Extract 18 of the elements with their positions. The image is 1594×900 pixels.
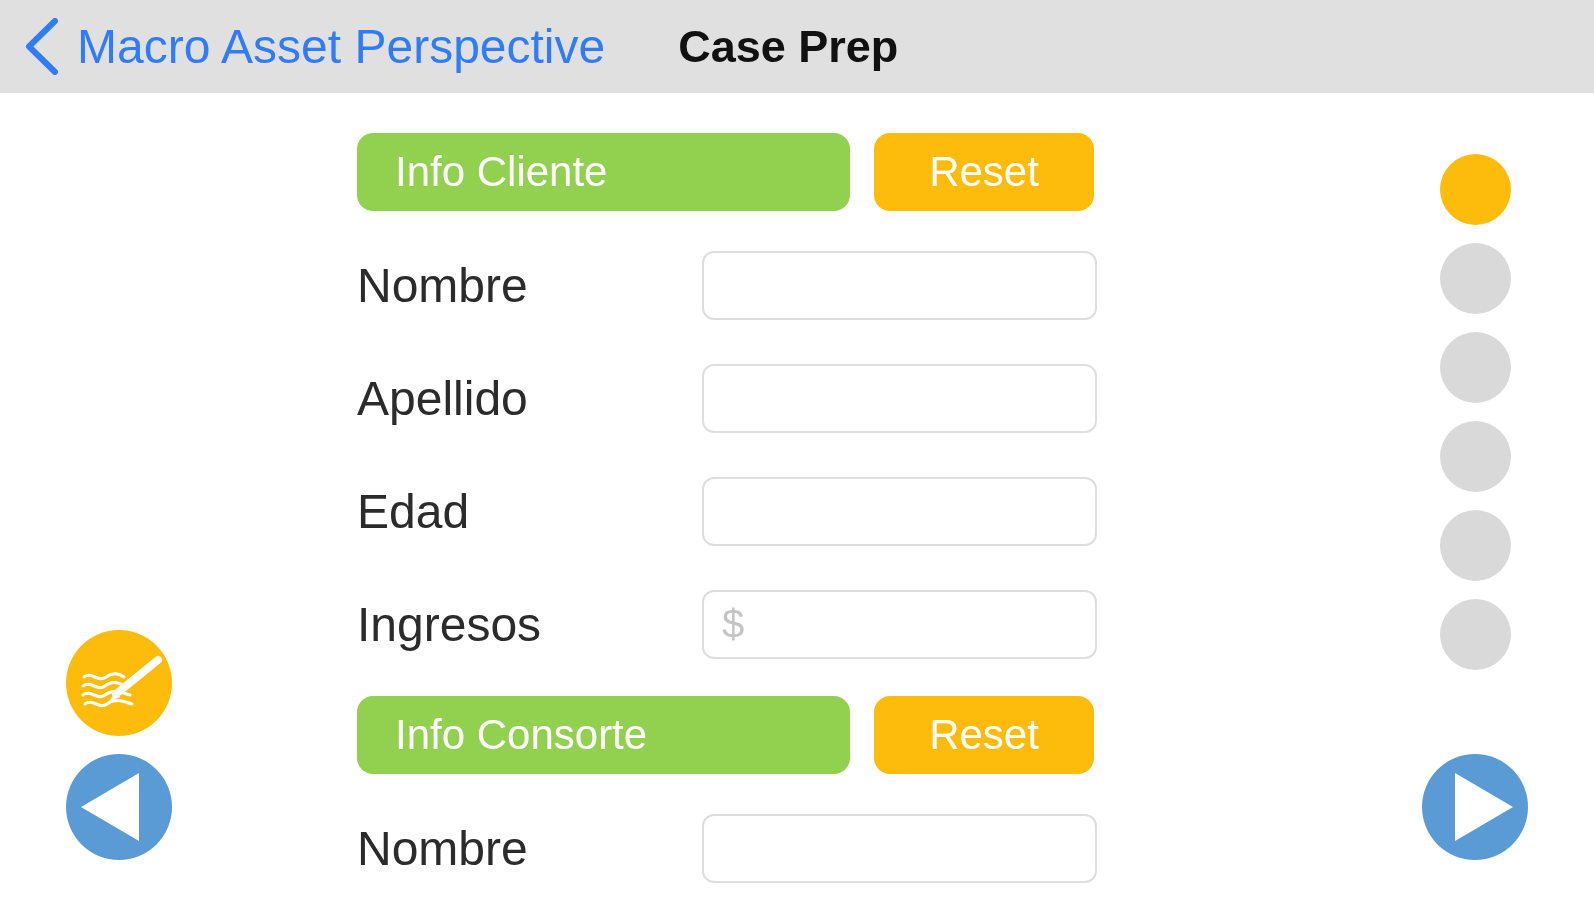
field-label: Edad — [357, 484, 470, 538]
reset-button[interactable]: Reset — [874, 133, 1094, 211]
screen-title: Case Prep — [678, 24, 899, 69]
text-field[interactable] — [702, 364, 1097, 433]
text-field[interactable]: $ — [702, 590, 1097, 659]
field-label: Nombre — [357, 258, 528, 312]
field-label: Ingresos — [357, 597, 542, 651]
chevron-left-icon — [24, 18, 59, 75]
section-header: Info Consorte — [357, 696, 850, 774]
back-button[interactable]: Macro Asset Perspective — [24, 18, 606, 75]
reset-button[interactable]: Reset — [874, 696, 1094, 774]
text-field[interactable] — [702, 477, 1097, 546]
section-header: Info Cliente — [357, 133, 850, 211]
pen-writing-icon[interactable] — [66, 630, 172, 736]
text-field[interactable] — [702, 814, 1097, 883]
field-label: Apellido — [357, 371, 528, 425]
field-label: Nombre — [357, 821, 528, 875]
text-field[interactable] — [702, 251, 1097, 320]
